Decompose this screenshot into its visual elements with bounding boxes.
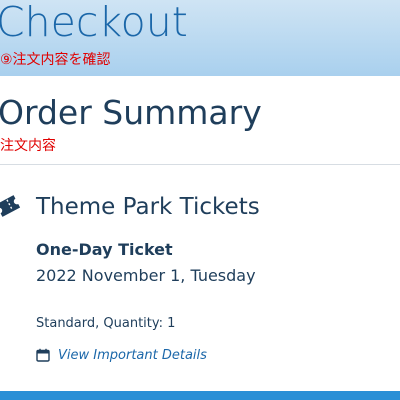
bottom-bar [0, 391, 400, 400]
ticket-icon [0, 195, 21, 217]
view-important-details-label: View Important Details [58, 347, 207, 363]
calendar-icon [36, 348, 50, 362]
order-summary-title: Order Summary [0, 93, 262, 132]
divider [0, 164, 400, 165]
ticket-quantity: Standard, Quantity: 1 [36, 316, 176, 331]
summary-annotation: 注文内容 [0, 138, 56, 154]
product-title: Theme Park Tickets [36, 194, 260, 220]
ticket-date: 2022 November 1, Tuesday [36, 266, 256, 285]
ticket-type: One-Day Ticket [36, 240, 173, 259]
header-annotation: ⑨注文内容を確認 [0, 52, 111, 68]
checkout-header: Checkout ⑨注文内容を確認 [0, 0, 400, 76]
view-important-details-link[interactable]: View Important Details [36, 346, 207, 364]
page-title: Checkout [0, 0, 188, 46]
